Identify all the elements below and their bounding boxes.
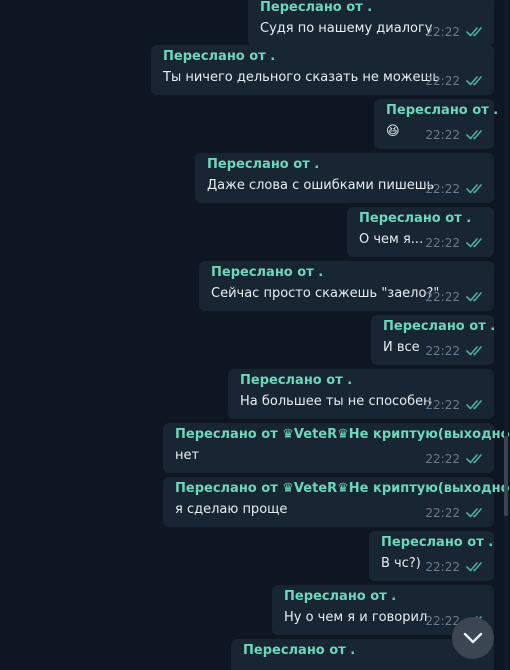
forwarded-from-label[interactable]: Переслано от . xyxy=(243,643,355,658)
message-bubble[interactable]: Переслано от . Сейчас просто скажешь "за… xyxy=(199,261,494,311)
forwarded-from-label[interactable]: Переслано от . xyxy=(359,211,471,226)
message-bubble[interactable]: Переслано от . Даже слова с ошибками пиш… xyxy=(195,153,494,203)
message-text: нет xyxy=(175,448,200,463)
message-text: 😆 xyxy=(386,124,400,139)
scrollbar-thumb[interactable] xyxy=(504,436,508,516)
double-check-icon xyxy=(466,562,482,572)
double-check-icon xyxy=(466,184,482,194)
message-time: 22:22 xyxy=(425,236,460,250)
forwarded-from-label[interactable]: Переслано от . xyxy=(163,49,275,64)
double-check-icon xyxy=(466,454,482,464)
forwarded-from-label[interactable]: Переслано от . xyxy=(284,589,396,604)
message-bubble[interactable]: Переслано от . Ты ничего дельного сказат… xyxy=(151,45,494,95)
message-time: 22:22 xyxy=(425,25,460,39)
message-time: 22:22 xyxy=(425,182,460,196)
message-bubble[interactable]: Переслано от ♛VeteR♛Не криптую(выходной)… xyxy=(163,423,510,473)
message-bubble[interactable]: Переслано от . И все 22:22 xyxy=(371,315,495,365)
message-bubble[interactable]: Переслано от . О чем я... 22:22 xyxy=(347,207,494,257)
message-text: Даже слова с ошибками пишешь xyxy=(207,178,435,193)
scrollbar-track[interactable] xyxy=(504,0,508,670)
message-bubble[interactable]: Переслано от . Судя по нашему диалогу 22… xyxy=(248,0,494,46)
message-time: 22:22 xyxy=(425,560,460,574)
message-text: Судя по нашему диалогу xyxy=(260,21,433,36)
forwarded-from-label[interactable]: Переслано от . xyxy=(386,103,498,118)
message-bubble[interactable]: Переслано от . На большее ты не способен… xyxy=(228,369,494,419)
message-text: Сейчас просто скажешь "заело?" xyxy=(211,286,440,301)
forwarded-from-label[interactable]: Переслано от ♛VeteR♛Не криптую(выходной) xyxy=(175,481,510,496)
message-text: я сделаю проще xyxy=(175,502,288,517)
double-check-icon xyxy=(466,238,482,248)
forwarded-from-label[interactable]: Переслано от . xyxy=(207,157,319,172)
message-time: 22:22 xyxy=(425,128,460,142)
double-check-icon xyxy=(466,130,482,140)
forwarded-from-label[interactable]: Переслано от . xyxy=(383,319,495,334)
message-time: 22:22 xyxy=(425,290,460,304)
message-time: 22:22 xyxy=(425,452,460,466)
message-time: 22:22 xyxy=(425,506,460,520)
chevron-down-icon xyxy=(463,632,483,644)
forwarded-from-label[interactable]: Переслано от . xyxy=(260,0,372,15)
message-time: 22:22 xyxy=(425,398,460,412)
double-check-icon xyxy=(466,400,482,410)
forwarded-from-label[interactable]: Переслано от . xyxy=(240,373,352,388)
double-check-icon xyxy=(466,76,482,86)
scroll-down-button[interactable] xyxy=(452,617,494,659)
forwarded-from-label[interactable]: Переслано от . xyxy=(211,265,323,280)
double-check-icon xyxy=(466,346,482,356)
message-text: Ну о чем я и говорил xyxy=(284,610,428,625)
forwarded-from-label[interactable]: Переслано от . xyxy=(381,535,493,550)
message-time: 22:22 xyxy=(425,344,460,358)
double-check-icon xyxy=(466,292,482,302)
message-text: На большее ты не способен xyxy=(240,394,432,409)
message-bubble[interactable]: Переслано от ♛VeteR♛Не криптую(выходной)… xyxy=(163,477,510,527)
message-time: 22:22 xyxy=(425,74,460,88)
message-text: В чс?) xyxy=(381,556,421,571)
message-list[interactable]: Переслано от . Судя по нашему диалогу 22… xyxy=(0,0,510,670)
message-text: О чем я... xyxy=(359,232,424,247)
message-bubble[interactable]: Переслано от . В чс?) 22:22 xyxy=(369,531,494,581)
forwarded-from-label[interactable]: Переслано от ♛VeteR♛Не криптую(выходной) xyxy=(175,427,510,442)
double-check-icon xyxy=(466,27,482,37)
message-text: Ты ничего дельного сказать не можешь xyxy=(163,70,441,85)
message-text: И все xyxy=(383,340,420,355)
message-bubble[interactable]: Переслано от . 😆 22:22 xyxy=(374,99,498,149)
double-check-icon xyxy=(466,508,482,518)
